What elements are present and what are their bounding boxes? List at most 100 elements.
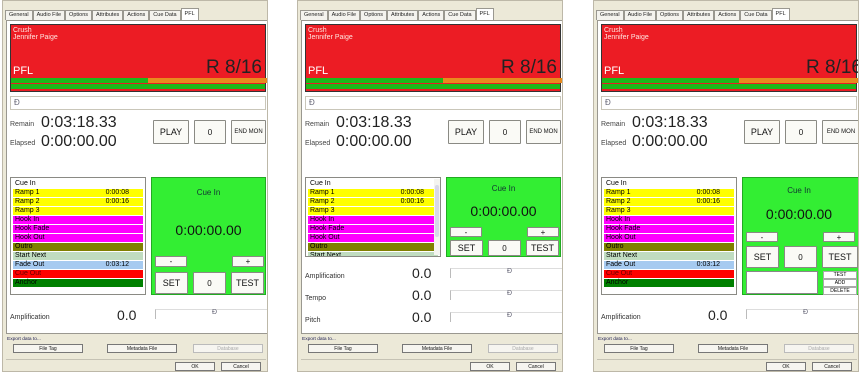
file-tag-button[interactable]: File Tag — [13, 344, 83, 353]
tab-pfl[interactable]: PFL — [475, 8, 494, 20]
end-mon-button[interactable]: END MON — [526, 120, 561, 144]
slider-thumb[interactable]: Đ — [507, 268, 512, 275]
cue-row[interactable]: Hook Out — [13, 234, 143, 242]
minus-button[interactable]: - — [155, 256, 187, 267]
tab-attributes[interactable]: Attributes — [683, 10, 715, 20]
tab-cue-data[interactable]: Cue Data — [740, 10, 772, 20]
cue-row[interactable]: Cue Out — [604, 270, 734, 278]
slider-thumb[interactable]: Đ — [507, 312, 512, 319]
position-scrubber[interactable]: Đ — [10, 96, 266, 110]
position-scrubber[interactable]: Đ — [305, 96, 561, 110]
cancel-button[interactable]: Cancel — [221, 362, 261, 371]
set-button[interactable]: SET — [746, 246, 779, 268]
end-mon-button[interactable]: END MON — [231, 120, 266, 144]
cue-row[interactable]: Ramp 3 — [13, 207, 143, 215]
test-button[interactable]: TEST — [822, 246, 858, 268]
tab-attributes[interactable]: Attributes — [92, 10, 124, 20]
amplification-slider[interactable]: Đ — [450, 268, 562, 278]
file-tag-button[interactable]: File Tag — [308, 344, 378, 353]
tab-pfl[interactable]: PFL — [180, 8, 199, 20]
file-tag-button[interactable]: File Tag — [604, 344, 674, 353]
tab-general[interactable]: General — [5, 10, 33, 20]
plus-button[interactable]: + — [527, 227, 559, 237]
set-button[interactable]: SET — [450, 240, 483, 256]
play-button[interactable]: PLAY — [448, 120, 484, 144]
cancel-button[interactable]: Cancel — [812, 362, 852, 371]
cue-list[interactable]: Cue In Ramp 1 0:00:08 Ramp 2 0:00:16 Ramp 3 Ho… — [10, 177, 146, 295]
cue-row[interactable]: Ramp 1 0:00:08 — [604, 189, 734, 197]
cue-row[interactable]: Cue In — [308, 180, 438, 188]
cue-row[interactable]: Hook In — [13, 216, 143, 224]
cue-notes-box[interactable] — [746, 271, 818, 294]
tab-options[interactable]: Options — [360, 10, 388, 20]
cue-row[interactable]: Ramp 3 — [604, 207, 734, 215]
cue-row[interactable]: Outro — [308, 243, 438, 251]
cue-list[interactable]: Cue In Ramp 1 0:00:08 Ramp 2 0:00:16 Ramp 3 Ho… — [601, 177, 737, 295]
amplification-slider[interactable]: Đ — [746, 309, 858, 319]
metadata-file-button[interactable]: Metadata File — [698, 344, 768, 353]
tab-cue-data[interactable]: Cue Data — [444, 10, 476, 20]
add-button[interactable]: ADD — [823, 279, 857, 287]
slider-thumb[interactable]: Đ — [803, 309, 808, 316]
database-button[interactable]: Database — [488, 344, 558, 353]
cue-row[interactable]: Start Next — [308, 252, 438, 256]
amplification-slider[interactable]: Đ — [155, 309, 267, 319]
cue-row[interactable]: Ramp 3 — [308, 207, 438, 215]
pitch-slider[interactable]: Đ — [450, 312, 562, 322]
tab-options[interactable]: Options — [65, 10, 93, 20]
end-mon-button[interactable]: END MON — [822, 120, 858, 144]
tab-options[interactable]: Options — [656, 10, 684, 20]
cue-row[interactable]: Ramp 1 0:00:08 — [308, 189, 438, 197]
tab-attributes[interactable]: Attributes — [387, 10, 419, 20]
tab-cue-data[interactable]: Cue Data — [149, 10, 181, 20]
play-button[interactable]: PLAY — [744, 120, 780, 144]
cue-row[interactable]: Ramp 2 0:00:16 — [13, 198, 143, 206]
cue-row[interactable]: Fade Out 0:03:12 — [604, 261, 734, 269]
cue-row[interactable]: Ramp 1 0:00:08 — [13, 189, 143, 197]
tab-general[interactable]: General — [300, 10, 328, 20]
cue-row[interactable]: Cue Out — [13, 270, 143, 278]
plus-button[interactable]: + — [823, 232, 855, 242]
cue-row[interactable]: Cue In — [13, 180, 143, 188]
cue-row[interactable]: Hook Fade — [308, 225, 438, 233]
cancel-button[interactable]: Cancel — [516, 362, 556, 371]
cue-row[interactable]: Hook Out — [604, 234, 734, 242]
database-button[interactable]: Database — [784, 344, 854, 353]
cue-row[interactable]: Hook Fade — [13, 225, 143, 233]
metadata-file-button[interactable]: Metadata File — [402, 344, 472, 353]
cue-row[interactable]: Start Next — [604, 252, 734, 260]
cue-row[interactable]: Hook In — [604, 216, 734, 224]
cue-row[interactable]: Anchor — [604, 279, 734, 287]
delete-button[interactable]: DELETE — [823, 287, 857, 295]
cue-row[interactable]: Fade Out 0:03:12 — [13, 261, 143, 269]
tab-audio-file[interactable]: Audio File — [623, 10, 657, 20]
ok-button[interactable]: OK — [175, 362, 215, 371]
minus-button[interactable]: - — [746, 232, 778, 242]
tab-audio-file[interactable]: Audio File — [32, 10, 66, 20]
cue-row[interactable]: Outro — [604, 243, 734, 251]
cue-row[interactable]: Ramp 2 0:00:16 — [308, 198, 438, 206]
cue-list-scrollbar[interactable] — [434, 179, 440, 255]
tab-audio-file[interactable]: Audio File — [327, 10, 361, 20]
set-button[interactable]: SET — [155, 272, 188, 294]
tempo-slider[interactable]: Đ — [450, 290, 562, 300]
cue-row[interactable]: Cue In — [604, 180, 734, 188]
test-button[interactable]: TEST — [526, 240, 559, 256]
tab-actions[interactable]: Actions — [418, 10, 445, 20]
ok-button[interactable]: OK — [470, 362, 510, 371]
minus-button[interactable]: - — [450, 227, 482, 237]
cue-row[interactable]: Start Next — [13, 252, 143, 260]
cue-row[interactable]: Outro — [13, 243, 143, 251]
cue-row[interactable]: Ramp 2 0:00:16 — [604, 198, 734, 206]
test-button[interactable]: TEST — [231, 272, 264, 294]
tab-general[interactable]: General — [596, 10, 624, 20]
cue-list[interactable]: Cue In Ramp 1 0:00:08 Ramp 2 0:00:16 Ramp 3 Ho… — [305, 177, 441, 257]
slider-thumb[interactable]: Đ — [507, 290, 512, 297]
cue-row[interactable]: Anchor — [13, 279, 143, 287]
test-small-button[interactable]: TEST — [823, 271, 857, 279]
play-button[interactable]: PLAY — [153, 120, 189, 144]
tab-actions[interactable]: Actions — [123, 10, 150, 20]
database-button[interactable]: Database — [193, 344, 263, 353]
cue-row[interactable]: Hook Fade — [604, 225, 734, 233]
slider-thumb[interactable]: Đ — [212, 309, 217, 316]
